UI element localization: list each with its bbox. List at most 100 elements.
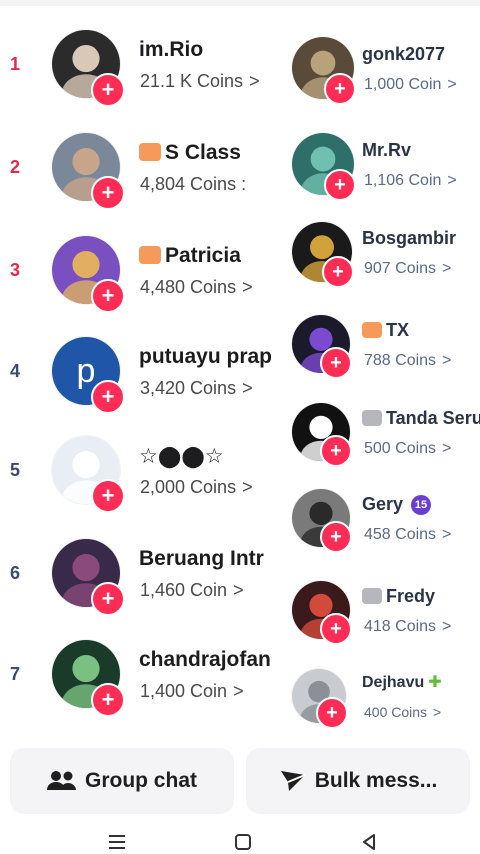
group-chat-button[interactable]: Group chat: [10, 748, 234, 814]
coins-value: 1,106 Coin: [364, 172, 442, 189]
right-user-name-text: Bosgambir: [362, 228, 457, 248]
coins-value: 21.1 K Coins: [140, 71, 244, 91]
top-status-strip: [0, 0, 480, 6]
add-friend-plus-icon[interactable]: +: [324, 73, 356, 105]
add-friend-plus-icon[interactable]: +: [91, 582, 125, 616]
right-user-name[interactable]: TX: [362, 320, 480, 341]
coins-value: 4,804 Coins :: [140, 174, 247, 194]
level-badge: 15: [411, 495, 432, 516]
rank-number: 1: [10, 54, 21, 74]
left-user-name[interactable]: ☆⬤⬤☆: [139, 444, 275, 469]
right-user-coins[interactable]: 500 Coins >: [364, 440, 480, 458]
coins-value: 907 Coins: [364, 260, 437, 277]
chevron-right-icon: >: [442, 618, 452, 635]
shield-badge-icon: [362, 409, 382, 426]
right-user-name-text: Tanda Seru: [386, 408, 480, 428]
add-friend-plus-icon[interactable]: +: [91, 279, 125, 313]
left-user-name[interactable]: im.Rio: [139, 38, 275, 62]
chevron-right-icon: >: [233, 580, 244, 600]
right-user-name[interactable]: gonk2077: [362, 44, 480, 65]
right-user-name[interactable]: Gery 15: [362, 494, 480, 516]
coins-value: 1,000 Coin: [364, 76, 442, 93]
add-friend-plus-icon[interactable]: +: [320, 521, 352, 553]
chevron-right-icon: >: [242, 277, 253, 297]
left-user-coins[interactable]: 2,000 Coins >: [140, 477, 274, 498]
recent-apps-button[interactable]: [102, 830, 132, 854]
back-button[interactable]: [354, 830, 384, 854]
add-friend-plus-icon[interactable]: +: [320, 435, 352, 467]
rank-number: 5: [10, 460, 21, 480]
right-user-coins[interactable]: 907 Coins >: [364, 260, 480, 278]
puzzle-icon: ✚: [428, 674, 442, 691]
group-chat-label: Group chat: [84, 769, 197, 792]
left-user-name-text: ☆⬤⬤☆: [139, 445, 224, 468]
chevron-right-icon: >: [242, 477, 253, 497]
chevron-right-icon: >: [249, 71, 260, 91]
shield-badge-icon: [139, 142, 161, 161]
rank-number: 3: [10, 260, 21, 280]
left-user-name-text: Beruang Intr: [139, 547, 264, 570]
add-friend-plus-icon[interactable]: +: [316, 697, 348, 729]
rank-number: 7: [10, 664, 21, 684]
right-user-coins[interactable]: 788 Coins >: [364, 352, 480, 370]
coins-value: 2,000 Coins: [140, 477, 237, 497]
chevron-right-icon: >: [442, 260, 452, 277]
left-user-coins[interactable]: 1,460 Coin >: [140, 580, 274, 601]
add-friend-plus-icon[interactable]: +: [320, 347, 352, 379]
right-user-coins[interactable]: 400 Coins >: [364, 704, 480, 720]
bulk-message-button[interactable]: Bulk mess...: [246, 748, 470, 814]
chevron-right-icon: >: [242, 378, 253, 398]
left-user-coins[interactable]: 4,804 Coins :: [140, 174, 274, 195]
right-user-name-text: Fredy: [386, 586, 436, 606]
left-user-name[interactable]: S Class: [139, 141, 275, 165]
right-user-name-text: Dejhavu: [362, 674, 425, 691]
send-icon: [279, 769, 307, 793]
add-friend-plus-icon[interactable]: +: [91, 176, 125, 210]
rank-number: 2: [10, 157, 21, 177]
add-friend-plus-icon[interactable]: +: [324, 169, 356, 201]
right-user-coins[interactable]: 1,106 Coin >: [364, 172, 480, 190]
right-user-name-text: Gery: [362, 494, 404, 514]
chevron-right-icon: >: [433, 704, 442, 720]
right-user-coins[interactable]: 458 Coins >: [364, 526, 480, 544]
right-user-name-text: TX: [386, 320, 410, 340]
add-friend-plus-icon[interactable]: +: [322, 256, 354, 288]
left-user-name-text: im.Rio: [139, 38, 204, 61]
left-user-coins[interactable]: 1,400 Coin >: [140, 681, 274, 702]
add-friend-plus-icon[interactable]: +: [91, 73, 125, 107]
coins-value: 1,460 Coin: [140, 580, 228, 600]
avatar-letter: p: [76, 351, 96, 390]
right-user-name[interactable]: Bosgambir: [362, 228, 480, 249]
add-friend-plus-icon[interactable]: +: [91, 683, 125, 717]
square-home-icon: [233, 832, 253, 852]
right-user-name[interactable]: Fredy: [362, 586, 480, 607]
bulk-message-label: Bulk mess...: [314, 769, 438, 792]
right-user-name[interactable]: Tanda Seru: [362, 408, 480, 429]
coins-value: 418 Coins: [364, 618, 437, 635]
add-friend-plus-icon[interactable]: +: [91, 479, 125, 513]
chevron-right-icon: >: [442, 440, 452, 457]
right-user-name[interactable]: Mr.Rv: [362, 140, 480, 161]
home-button[interactable]: [228, 830, 258, 854]
right-user-coins[interactable]: 418 Coins >: [364, 618, 480, 636]
group-icon: [46, 770, 77, 792]
left-user-name[interactable]: Patricia: [139, 244, 275, 268]
left-user-coins[interactable]: 3,420 Coins >: [140, 378, 274, 399]
left-user-name[interactable]: Beruang Intr: [139, 547, 275, 571]
left-user-name-text: S Class: [165, 141, 241, 164]
add-friend-plus-icon[interactable]: +: [320, 613, 352, 645]
coins-value: 1,400 Coin: [140, 681, 228, 701]
add-friend-plus-icon[interactable]: +: [91, 380, 125, 414]
left-user-coins[interactable]: 4,480 Coins >: [140, 277, 274, 298]
chevron-right-icon: >: [447, 76, 457, 93]
right-user-name-text: gonk2077: [362, 44, 446, 64]
chevron-right-icon: >: [442, 526, 452, 543]
right-user-name[interactable]: Dejhavu ✚: [362, 672, 480, 692]
left-user-name[interactable]: putuayu prap: [139, 345, 275, 369]
left-user-coins[interactable]: 21.1 K Coins >: [140, 71, 274, 92]
right-user-coins[interactable]: 1,000 Coin >: [364, 76, 480, 94]
left-user-name-text: Patricia: [165, 244, 241, 267]
left-user-name[interactable]: chandrajofan: [139, 648, 275, 672]
menu-lines-icon: [107, 833, 127, 851]
left-user-name-text: chandrajofan: [139, 648, 271, 671]
